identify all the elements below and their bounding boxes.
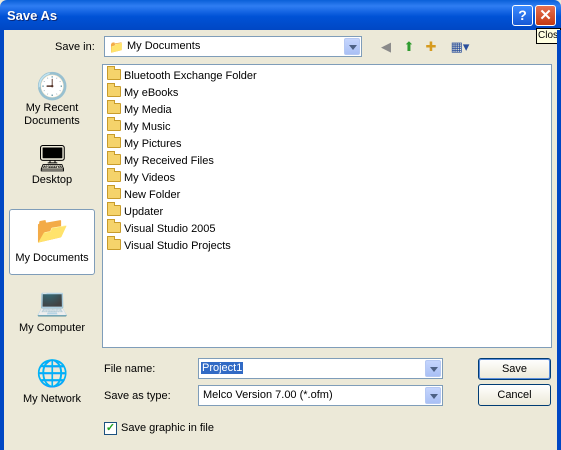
pictures-folder-icon — [107, 134, 121, 148]
place-label: My Documents — [15, 252, 89, 264]
place-label: Desktop — [31, 174, 73, 186]
desktop-icon: 🖥 — [36, 143, 70, 173]
place-my-network[interactable]: 🌐 My Network — [9, 353, 95, 419]
folder-icon — [107, 151, 121, 165]
save-in-value: My Documents — [127, 40, 201, 52]
place-label: My Computer — [18, 322, 86, 334]
list-item[interactable]: Updater — [107, 202, 163, 221]
folder-icon — [107, 219, 121, 233]
save-in-dropdown[interactable]: 📁 My Documents — [104, 36, 362, 57]
place-label: My Recent Documents — [24, 102, 80, 127]
list-item[interactable]: My eBooks — [107, 83, 178, 102]
folder-icon — [107, 100, 121, 114]
my-computer-icon: 💻 — [36, 287, 69, 317]
folder-icon — [107, 83, 121, 97]
save-as-type-value: Melco Version 7.00 (*.ofm) — [203, 389, 333, 401]
file-name-label: File name: — [104, 363, 156, 375]
window-frame-left — [0, 30, 4, 450]
folder-icon — [107, 66, 121, 80]
chevron-down-icon[interactable] — [425, 387, 441, 404]
window-title: Save As — [7, 8, 58, 23]
folder-icon: 📁 — [109, 40, 124, 54]
back-icon[interactable]: ◀ — [376, 38, 396, 56]
folder-icon — [107, 185, 121, 199]
cancel-button[interactable]: Cancel — [478, 384, 551, 406]
save-as-type-label: Save as type: — [104, 390, 171, 402]
save-graphic-checkbox[interactable]: ✓ — [104, 422, 117, 435]
file-name-value: Project1 — [201, 362, 244, 374]
save-as-type-dropdown[interactable]: Melco Version 7.00 (*.ofm) — [198, 385, 443, 406]
file-list[interactable]: Bluetooth Exchange Folder My eBooks My M… — [102, 64, 552, 348]
list-item[interactable]: My Videos — [107, 168, 175, 187]
network-icon: 🌐 — [36, 358, 69, 388]
chevron-down-icon[interactable] — [344, 38, 360, 55]
list-item[interactable]: New Folder — [107, 185, 180, 204]
place-my-documents[interactable]: 📂 My Documents — [9, 209, 95, 275]
videos-folder-icon — [107, 168, 121, 182]
new-folder-icon[interactable]: ✚ — [421, 38, 441, 56]
list-item[interactable]: My Media — [107, 100, 172, 119]
help-button[interactable]: ? — [512, 5, 533, 26]
title-bar[interactable]: Save As ? ✕ — [0, 0, 561, 30]
close-button[interactable]: ✕ — [535, 5, 556, 26]
save-button[interactable]: Save — [478, 358, 551, 380]
list-item[interactable]: Visual Studio Projects — [107, 236, 231, 255]
folder-icon — [107, 236, 121, 250]
place-label: My Network — [22, 393, 82, 405]
up-folder-icon[interactable]: ⬆ — [399, 38, 419, 56]
music-folder-icon — [107, 117, 121, 131]
folder-icon — [107, 202, 121, 216]
save-in-label: Save in: — [55, 41, 95, 53]
views-menu-icon[interactable]: ▦▾ — [447, 38, 473, 56]
checkbox-label: Save graphic in file — [121, 422, 214, 434]
chevron-down-icon[interactable] — [425, 360, 441, 377]
place-recent-documents[interactable]: 🕘 My Recent Documents — [9, 66, 95, 132]
my-documents-icon: 📂 — [36, 215, 69, 245]
list-item[interactable]: My Pictures — [107, 134, 181, 153]
list-item[interactable]: My Received Files — [107, 151, 214, 170]
file-name-field[interactable]: Project1 — [198, 358, 443, 379]
place-desktop[interactable]: 🖥 Desktop — [9, 138, 95, 204]
places-bar: 🕘 My Recent Documents 🖥 Desktop 📂 My Doc… — [9, 64, 95, 410]
list-item[interactable]: Visual Studio 2005 — [107, 219, 216, 238]
list-item[interactable]: My Music — [107, 117, 170, 136]
recent-documents-icon: 🕘 — [36, 71, 69, 101]
window-frame-right — [557, 30, 561, 450]
place-my-computer[interactable]: 💻 My Computer — [9, 282, 95, 348]
list-item[interactable]: Bluetooth Exchange Folder — [107, 66, 257, 85]
